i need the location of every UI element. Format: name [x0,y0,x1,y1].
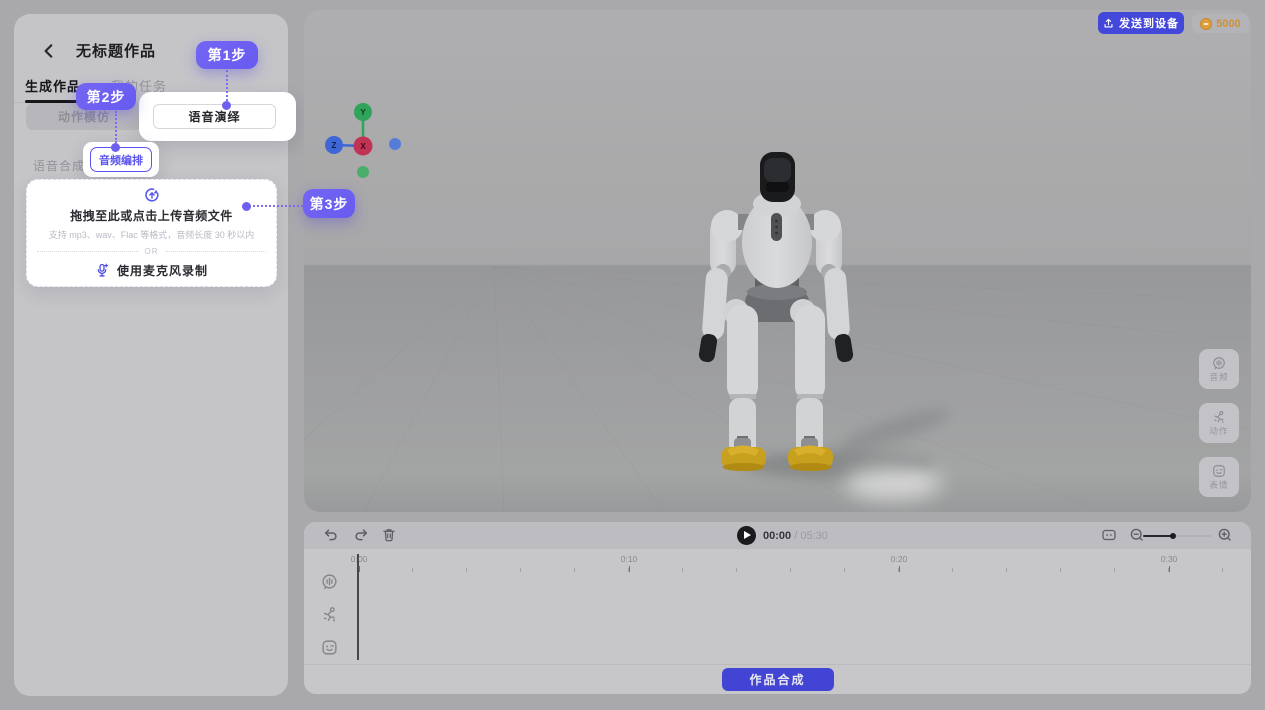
upload-hint: 支持 mp3、wav、Flac 等格式，音频长度 30 秒以内 [48,230,255,240]
step-3-connector [253,205,303,207]
mode-voice-performance-button[interactable]: 语音演绎 [153,104,276,129]
subtab-audio-arrange[interactable]: 音频编排 [90,147,152,172]
redo-icon [354,529,367,541]
axis-gizmo[interactable]: Y Z X [324,100,428,190]
fit-timeline-button[interactable] [1100,527,1117,544]
zoom-in-button[interactable] [1216,527,1233,544]
3d-viewport[interactable]: Y Z X 发送到设备 5000 音频 动作 表情 [304,10,1251,512]
tool-expression-label: 表情 [1209,479,1229,490]
send-to-device-button[interactable]: 发送到设备 [1098,12,1184,34]
or-divider-line-left [36,251,139,252]
sidebar: 无标题作品 生成作品 我的任务 动作模仿 语音演绎 语音合成 音频编排 拖拽至此… [14,14,296,696]
record-label: 使用麦克风录制 [116,264,208,278]
step-1-connector [226,70,228,101]
or-divider-line-right [164,251,267,252]
axis-x-label: X [360,142,366,151]
microphone-icon [95,263,110,278]
axis-neg-y-handle[interactable] [357,166,369,178]
undo-icon [324,529,337,541]
magnifier-plus-icon [1218,528,1231,541]
timeline-footer-divider [304,664,1251,665]
or-label: OR [144,247,159,256]
tool-motion-button[interactable]: 动作 [1199,403,1239,443]
step-2-badge: 第2步 [76,83,136,110]
undo-button[interactable] [322,527,339,544]
expression-icon [1213,464,1225,477]
step-3-badge: 第3步 [303,189,355,218]
zoom-slider-knob[interactable] [1170,533,1176,539]
ruler-label-2: 0:20 [890,554,908,564]
zoom-slider-fill [1143,535,1173,537]
delete-button[interactable] [380,527,397,544]
trash-icon [382,529,395,542]
credits-badge[interactable]: 5000 [1192,14,1249,33]
chevron-left-icon [44,44,53,58]
time-separator: / [794,530,798,542]
or-divider: OR [36,247,267,256]
current-time: 00:00 [763,530,792,542]
axis-y-label: Y [360,108,366,117]
subtab-voice-synthesis[interactable]: 语音合成 [33,157,85,174]
play-icon [744,531,751,539]
timeline-toolbar: 00:00 / 05:30 [304,522,1251,549]
coin-icon [1200,17,1213,30]
page-title: 无标题作品 [76,43,157,60]
credits-amount: 5000 [1216,17,1241,30]
timeline-panel: 00:00 / 05:30 0:00 0:10 0:20 0:30 作品合成 [304,522,1251,694]
tab-generated-works-label: 生成作品 [25,79,82,94]
play-button[interactable] [737,526,756,545]
tool-audio-button[interactable]: 音频 [1199,349,1239,389]
step-2-dot [111,143,120,152]
compose-work-button[interactable]: 作品合成 [721,668,834,691]
axis-neg-z-handle[interactable] [389,138,401,150]
axis-z-label: Z [332,141,337,150]
timeline-ruler[interactable]: 0:00 0:10 0:20 0:30 [304,549,1251,575]
track-header-column [321,573,338,656]
tool-expression-button[interactable]: 表情 [1199,457,1239,497]
tab-generated-works[interactable]: 生成作品 [25,76,81,103]
step-1-badge: 第1步 [196,41,258,69]
back-button[interactable] [40,42,58,60]
ruler-label-1: 0:10 [620,554,638,564]
ruler-minor-ticks [358,568,1247,572]
total-time: 05:30 [800,530,828,542]
tool-audio-label: 音频 [1209,371,1229,382]
send-to-device-label: 发送到设备 [1119,18,1179,30]
ruler-label-3: 0:30 [1160,554,1178,564]
expression-track-icon[interactable] [321,639,338,656]
time-display: 00:00 / 05:30 [763,530,828,542]
ruler-label-0: 0:00 [350,554,368,564]
viewport-side-tools: 音频 动作 表情 [1199,349,1239,497]
tool-motion-label: 动作 [1209,425,1229,436]
step-3-dot [242,202,251,211]
redo-button[interactable] [352,527,369,544]
motion-icon [1214,410,1224,423]
robot-model[interactable] [304,10,1251,512]
audio-upload-dropzone[interactable]: 拖拽至此或点击上传音频文件 支持 mp3、wav、Flac 等格式，音频长度 3… [26,179,277,287]
motion-track-icon[interactable] [321,606,338,623]
audio-track-icon[interactable] [321,573,338,590]
fit-range-icon [1101,529,1116,541]
playhead[interactable] [357,554,359,660]
record-with-mic-button[interactable]: 使用麦克风录制 [95,262,208,279]
spotlight-card-audio-arrange: 音频编排 [83,142,159,177]
upload-audio-icon [144,187,160,203]
timeline-zoom-slider[interactable] [1143,533,1211,539]
upload-tray-icon [1104,18,1113,27]
audio-icon [1213,356,1225,369]
step-1-dot [222,101,231,110]
upload-title: 拖拽至此或点击上传音频文件 [70,209,233,223]
step-2-connector [115,111,117,143]
spotlight-card-voice-performance: 语音演绎 [139,92,296,141]
